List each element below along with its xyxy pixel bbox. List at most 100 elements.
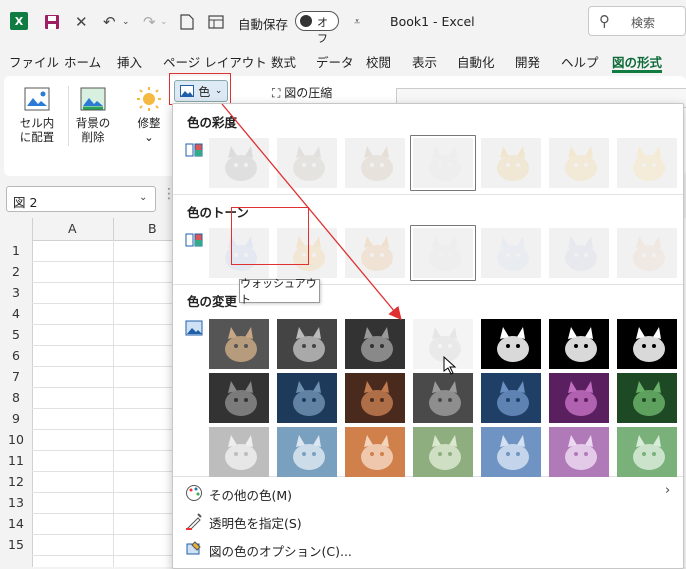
row-header-12[interactable]: 12: [0, 474, 32, 489]
tab-file[interactable]: ファイル: [9, 52, 59, 71]
new-doc-icon[interactable]: [180, 12, 194, 32]
tone-icon: [185, 232, 203, 248]
mouse-cursor-icon: [443, 356, 457, 375]
corrections-button[interactable]: 修整 ⌄: [128, 84, 170, 144]
recolor-option[interactable]: [413, 427, 473, 477]
undo-icon[interactable]: ↶: [103, 12, 116, 32]
saturation-option[interactable]: [345, 138, 405, 188]
row-header-13[interactable]: 13: [0, 495, 32, 510]
tab-review[interactable]: 校閲: [366, 52, 391, 71]
tab-picture-format[interactable]: 図の形式: [612, 52, 662, 71]
picture-color-icon: [179, 85, 194, 97]
set-transparent-icon: [185, 512, 203, 531]
row-header-14[interactable]: 14: [0, 516, 32, 531]
row-header-3[interactable]: 3: [0, 285, 32, 300]
undo-dropdown-icon[interactable]: ⌄: [122, 12, 130, 32]
tab-home[interactable]: ホーム: [64, 52, 101, 71]
row-header-8[interactable]: 8: [0, 390, 32, 405]
row-header-4[interactable]: 4: [0, 306, 32, 321]
row-header-9[interactable]: 9: [0, 411, 32, 426]
chevron-down-icon[interactable]: ⌄: [139, 192, 147, 203]
recolor-option[interactable]: [617, 319, 677, 369]
grid-hline: [32, 513, 182, 514]
grid-hline: [32, 450, 182, 451]
tone-option[interactable]: [481, 228, 541, 278]
tab-insert[interactable]: 挿入: [117, 52, 142, 71]
row-header-5[interactable]: 5: [0, 327, 32, 342]
set-transparent-item[interactable]: 透明色を指定(S): [209, 513, 302, 532]
recolor-option[interactable]: [549, 373, 609, 423]
palette-icon: [185, 484, 203, 502]
tone-option[interactable]: [345, 228, 405, 278]
cat-thumbnail-icon: [209, 319, 269, 369]
recolor-option[interactable]: [345, 427, 405, 477]
tab-view[interactable]: 表示: [412, 52, 437, 71]
recolor-option[interactable]: [209, 373, 269, 423]
recolor-option[interactable]: [277, 319, 337, 369]
search-input[interactable]: ⚲ 検索: [588, 6, 686, 36]
recolor-option[interactable]: [277, 427, 337, 477]
recolor-option[interactable]: [209, 427, 269, 477]
column-a[interactable]: A: [68, 221, 77, 236]
tab-formulas[interactable]: 数式: [271, 52, 296, 71]
redo-icon[interactable]: ↷: [143, 12, 156, 32]
row-header-2[interactable]: 2: [0, 264, 32, 279]
recolor-option[interactable]: [209, 319, 269, 369]
tone-option[interactable]: [549, 228, 609, 278]
close-icon[interactable]: ✕: [75, 12, 88, 32]
row-header-1[interactable]: 1: [0, 243, 32, 258]
recolor-option[interactable]: [617, 373, 677, 423]
customize-arrow-icon[interactable]: ⩡: [354, 12, 360, 32]
autosave-toggle[interactable]: オフ: [295, 11, 339, 45]
tab-page-layout[interactable]: ページ レイアウト: [163, 52, 267, 71]
recolor-option[interactable]: [549, 427, 609, 477]
saturation-option[interactable]: [209, 138, 269, 188]
cat-thumbnail-icon: [277, 319, 337, 369]
recolor-option[interactable]: [617, 427, 677, 477]
saturation-option[interactable]: [617, 138, 677, 188]
saturation-option[interactable]: [481, 138, 541, 188]
cat-thumbnail-icon: [209, 373, 269, 423]
redo-dropdown-icon[interactable]: ⌄: [160, 12, 168, 32]
recolor-option[interactable]: [345, 319, 405, 369]
cat-thumbnail-icon: [481, 427, 541, 477]
sun-icon: [135, 86, 163, 112]
recolor-option[interactable]: [481, 373, 541, 423]
recolor-option[interactable]: [549, 319, 609, 369]
tone-option[interactable]: [617, 228, 677, 278]
saturation-option[interactable]: [410, 135, 476, 191]
tab-help[interactable]: ヘルプ: [561, 52, 599, 71]
title-bar: X ✕ ↶ ⌄ ↷ ⌄ 自動保存 オフ ⩡ Book1 - Excel ⚲ 検索: [0, 0, 686, 45]
row-header-15[interactable]: 15: [0, 537, 32, 552]
color-button-highlight[interactable]: 色 ⌄: [169, 73, 231, 105]
tab-data[interactable]: データ: [316, 52, 354, 71]
tab-developer[interactable]: 開発: [515, 52, 540, 71]
recolor-option[interactable]: [481, 319, 541, 369]
remove-background-button[interactable]: 背景の 削除: [72, 84, 114, 144]
color-button[interactable]: 色 ⌄: [174, 80, 228, 102]
form-icon[interactable]: [208, 12, 224, 32]
saturation-option[interactable]: [277, 138, 337, 188]
compress-pictures-button[interactable]: ⛶ 図の圧縮: [272, 84, 332, 101]
recolor-option[interactable]: [345, 373, 405, 423]
saturation-option[interactable]: [549, 138, 609, 188]
cat-thumbnail-icon: [413, 373, 473, 423]
grid-hline: [32, 303, 182, 304]
more-colors-item[interactable]: その他の色(M): [209, 485, 292, 504]
recolor-option[interactable]: [481, 427, 541, 477]
tone-option[interactable]: [410, 225, 476, 281]
recolor-option[interactable]: [413, 373, 473, 423]
recolor-option[interactable]: [277, 373, 337, 423]
row-header-7[interactable]: 7: [0, 369, 32, 384]
cat-thumbnail-icon: [277, 373, 337, 423]
row-header-11[interactable]: 11: [0, 453, 32, 468]
row-header-10[interactable]: 10: [0, 432, 32, 447]
save-icon[interactable]: [44, 12, 60, 32]
picture-color-options-item[interactable]: 図の色のオプション(C)...: [209, 541, 352, 560]
column-b[interactable]: B: [148, 221, 157, 236]
place-in-cell-button[interactable]: セル内 に配置: [16, 84, 58, 144]
name-box[interactable]: 図 2 ⌄: [6, 186, 156, 212]
cat-thumbnail-icon: [345, 138, 405, 188]
tab-automate[interactable]: 自動化: [457, 52, 495, 71]
row-header-6[interactable]: 6: [0, 348, 32, 363]
